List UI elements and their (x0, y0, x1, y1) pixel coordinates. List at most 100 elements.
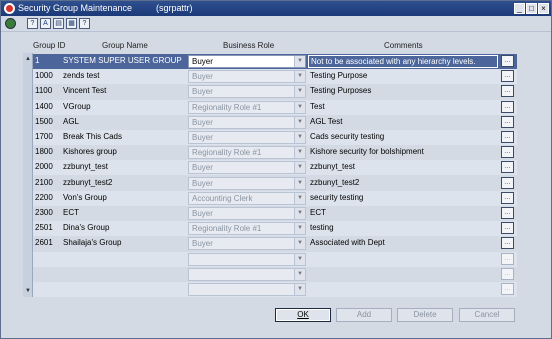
chevron-down-icon[interactable]: ▼ (294, 268, 305, 280)
comment-field[interactable] (308, 268, 498, 281)
cancel-button[interactable]: Cancel (459, 308, 515, 322)
help-search-icon[interactable]: ? (27, 18, 38, 29)
table-row[interactable]: 2000 zzbunyt_test Buyer ▼ zzbunyt_test… (33, 160, 517, 176)
minimize-icon[interactable]: _ (514, 3, 525, 14)
comment-field[interactable] (308, 283, 498, 296)
group-id-cell[interactable]: 2300 (35, 206, 61, 221)
group-id-cell[interactable] (35, 267, 61, 282)
chevron-down-icon[interactable]: ▼ (294, 132, 305, 143)
chevron-down-icon[interactable]: ▼ (294, 253, 305, 265)
business-role-select[interactable]: Buyer ▼ (188, 115, 306, 129)
edit-comment-icon[interactable]: … (501, 131, 514, 143)
business-role-select[interactable]: Regionality Role #1 ▼ (188, 100, 306, 114)
edit-comment-icon[interactable]: … (501, 161, 514, 174)
group-id-cell[interactable]: 1400 (35, 100, 61, 115)
help-icon[interactable]: ? (79, 18, 90, 29)
comment-field[interactable]: Test (308, 101, 498, 114)
edit-comment-icon[interactable]: … (501, 222, 514, 235)
group-name-cell[interactable]: Dina's Group (63, 221, 185, 236)
table-row[interactable]: ▼… (33, 251, 517, 267)
maximize-icon[interactable]: □ (526, 3, 537, 14)
business-role-select[interactable]: Accounting Clerk ▼ (188, 191, 306, 205)
group-id-cell[interactable] (35, 252, 61, 267)
business-role-select[interactable]: Regionality Role #1 ▼ (188, 146, 306, 160)
table-row[interactable]: 2601 Shailaja's Group Buyer ▼ Associated wit… (33, 236, 517, 251)
comment-field[interactable]: Associated with Dept (308, 237, 498, 250)
table-row[interactable]: ▼… (33, 267, 517, 282)
group-id-cell[interactable]: 1500 (35, 115, 61, 130)
title-bar[interactable]: Security Group Maintenance (sgrpattr) _ … (1, 1, 551, 16)
business-role-select[interactable]: Buyer ▼ (188, 207, 306, 220)
group-name-cell[interactable]: AGL (63, 115, 185, 130)
group-name-cell[interactable]: zzbunyt_test (63, 160, 185, 175)
business-role-select[interactable]: Regionality Role #1 ▼ (188, 222, 306, 236)
print-icon[interactable]: ▦ (66, 18, 77, 29)
chevron-down-icon[interactable]: ▼ (294, 223, 305, 235)
group-id-cell[interactable]: 1800 (35, 145, 61, 160)
table-row[interactable]: ▼… (33, 282, 517, 297)
edit-comment-icon[interactable]: … (501, 55, 514, 67)
business-role-select[interactable]: Buyer ▼ (188, 85, 306, 99)
edit-comment-icon[interactable]: … (501, 207, 514, 219)
business-role-select[interactable]: Buyer ▼ (188, 55, 306, 68)
chevron-down-icon[interactable]: ▼ (294, 147, 305, 159)
table-row[interactable]: 1000 zends test Buyer ▼ Testing Purpose… (33, 69, 517, 85)
copy-icon[interactable]: ▤ (53, 18, 64, 29)
comment-field[interactable]: zzbunyt_test2 (308, 177, 498, 190)
table-row[interactable]: 1400 VGroup Regionality Role #1 ▼ Test… (33, 99, 517, 115)
group-name-cell[interactable] (63, 282, 185, 297)
edit-comment-icon[interactable]: … (501, 252, 514, 265)
add-button[interactable]: Add (336, 308, 392, 322)
business-role-select[interactable]: Buyer ▼ (188, 131, 306, 144)
chevron-down-icon[interactable]: ▼ (294, 284, 305, 295)
group-name-cell[interactable]: zends test (63, 69, 185, 84)
group-id-cell[interactable] (35, 282, 61, 297)
business-role-select[interactable]: Buyer ▼ (188, 161, 306, 175)
chevron-down-icon[interactable]: ▼ (294, 177, 305, 189)
chevron-down-icon[interactable]: ▼ (294, 86, 305, 98)
comment-field[interactable]: security testing (308, 192, 498, 205)
business-role-select[interactable]: Buyer ▼ (188, 176, 306, 190)
vertical-scrollbar[interactable]: ▲ ▼ (23, 53, 33, 297)
edit-comment-icon[interactable]: … (501, 267, 514, 280)
comment-field[interactable]: AGL Test (308, 116, 498, 129)
edit-comment-icon[interactable]: … (501, 191, 514, 204)
table-row[interactable]: 1 SYSTEM SUPER USER GROUP Buyer ▼ Not to be … (33, 54, 517, 69)
group-name-cell[interactable]: ECT (63, 206, 185, 221)
table-row[interactable]: 1800 Kishores group Regionality Role #1 ▼ Ki… (33, 145, 517, 160)
group-name-cell[interactable] (63, 267, 185, 282)
group-name-cell[interactable]: Vincent Test (63, 84, 185, 99)
edit-comment-icon[interactable]: … (501, 146, 514, 159)
comment-field[interactable]: testing (308, 222, 498, 235)
chevron-down-icon[interactable]: ▼ (294, 56, 305, 67)
comment-field[interactable]: ECT (308, 207, 498, 220)
table-row[interactable]: 1700 Break This Cads Buyer ▼ Cads security t… (33, 130, 517, 145)
group-name-cell[interactable]: Von's Group (63, 191, 185, 206)
scroll-up-icon[interactable]: ▲ (24, 55, 32, 63)
group-id-cell[interactable]: 2501 (35, 221, 61, 236)
spellcheck-icon[interactable]: A (40, 18, 51, 29)
group-name-cell[interactable]: zzbunyt_test2 (63, 176, 185, 191)
comment-field[interactable]: zzbunyt_test (308, 161, 498, 174)
comment-field[interactable]: Not to be associated with any hierarchy … (308, 55, 498, 68)
group-name-cell[interactable]: Break This Cads (63, 130, 185, 145)
group-id-cell[interactable]: 1700 (35, 130, 61, 145)
table-row[interactable]: 2200 Von's Group Accounting Clerk ▼ security… (33, 190, 517, 206)
edit-comment-icon[interactable]: … (501, 115, 514, 128)
group-id-cell[interactable]: 2601 (35, 236, 61, 251)
ok-button[interactable]: OK (275, 308, 331, 322)
table-row[interactable]: 1100 Vincent Test Buyer ▼ Testing Purposes… (33, 84, 517, 99)
table-row[interactable]: 1500 AGL Buyer ▼ AGL Test… (33, 115, 517, 130)
comment-field[interactable]: Testing Purpose (308, 70, 498, 83)
group-id-cell[interactable]: 2000 (35, 160, 61, 175)
group-id-cell[interactable]: 2200 (35, 191, 61, 206)
scroll-down-icon[interactable]: ▼ (24, 287, 32, 295)
group-id-cell[interactable]: 1 (35, 54, 61, 69)
group-name-cell[interactable]: VGroup (63, 100, 185, 115)
business-role-select[interactable]: Buyer ▼ (188, 237, 306, 251)
edit-comment-icon[interactable]: … (501, 283, 514, 295)
group-id-cell[interactable]: 1100 (35, 84, 61, 99)
chevron-down-icon[interactable]: ▼ (294, 101, 305, 113)
edit-comment-icon[interactable]: … (501, 237, 514, 250)
chevron-down-icon[interactable]: ▼ (294, 116, 305, 128)
